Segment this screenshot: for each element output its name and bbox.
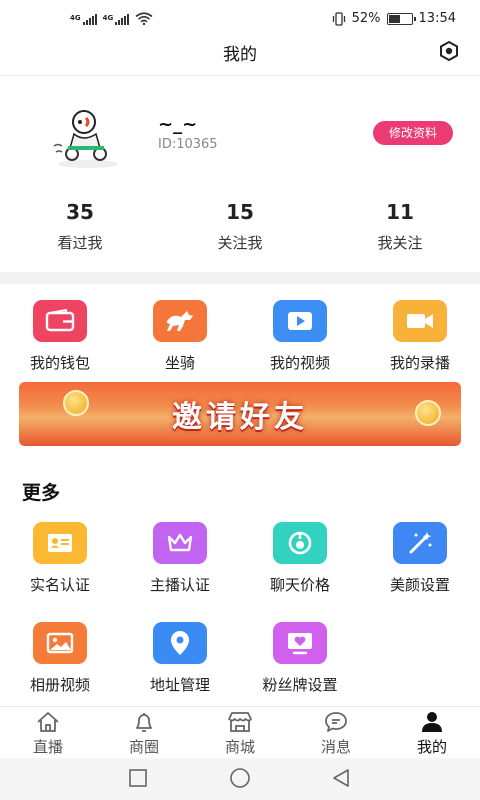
- album-video-item[interactable]: 相册视频: [0, 622, 120, 695]
- stat-value: 35: [66, 200, 94, 224]
- stat-label: 看过我: [57, 234, 103, 252]
- chat-price-icon: [273, 522, 327, 564]
- tab-mine[interactable]: 我的: [384, 711, 480, 757]
- anchor-auth-item[interactable]: 主播认证: [120, 522, 240, 595]
- user-icon: [422, 712, 442, 732]
- battery-percent: 52%: [351, 11, 381, 26]
- crown-icon: [153, 522, 207, 564]
- tab-live[interactable]: 直播: [0, 711, 96, 757]
- item-label: 我的录播: [389, 354, 450, 372]
- battery-icon: [386, 12, 416, 25]
- beauty-settings-item[interactable]: 美颜设置: [360, 522, 480, 595]
- tab-label: 我的: [416, 738, 447, 756]
- tab-messages[interactable]: 消息: [288, 711, 384, 757]
- fan-badge-icon: [273, 622, 327, 664]
- avatar[interactable]: [48, 108, 132, 170]
- home-icon: [37, 712, 59, 732]
- status-bar: 4G 4G 52% 13:54: [0, 0, 480, 38]
- wallet-item[interactable]: 我的钱包: [0, 300, 120, 373]
- vibrate-icon: [332, 11, 345, 26]
- back-button[interactable]: [331, 768, 351, 788]
- item-label: 主播认证: [149, 576, 210, 594]
- real-name-auth-item[interactable]: 实名认证: [0, 522, 120, 595]
- wallet-icon: [33, 300, 87, 342]
- location-pin-icon: [153, 622, 207, 664]
- stat-following[interactable]: 11 我关注: [345, 200, 455, 253]
- item-label: 相册视频: [29, 676, 90, 694]
- stat-label: 我关注: [377, 234, 423, 252]
- fan-badge-settings-item[interactable]: 粉丝牌设置: [240, 622, 360, 695]
- signal-icon-2: 4G: [103, 14, 130, 25]
- item-label: 粉丝牌设置: [262, 676, 338, 694]
- mount-item[interactable]: 坐骑: [120, 300, 240, 373]
- edit-profile-button[interactable]: 修改资料: [373, 121, 453, 145]
- tab-label: 直播: [32, 738, 63, 756]
- section-divider: [0, 272, 480, 284]
- address-management-item[interactable]: 地址管理: [120, 622, 240, 695]
- system-navigation-bar: [0, 758, 480, 800]
- signal-icon: 4G: [70, 14, 97, 25]
- stat-value: 11: [386, 200, 414, 224]
- message-icon: [325, 712, 347, 732]
- item-label: 聊天价格: [269, 576, 330, 594]
- store-icon: [228, 712, 252, 732]
- network-type: 4G: [70, 14, 81, 22]
- tab-label: 商城: [224, 738, 255, 756]
- tab-label: 消息: [320, 738, 351, 756]
- my-videos-item[interactable]: 我的视频: [240, 300, 360, 373]
- tab-label: 商圈: [128, 738, 159, 756]
- clock: 13:54: [418, 11, 456, 26]
- stat-followers[interactable]: 15 关注我: [185, 200, 295, 253]
- item-label: 美颜设置: [389, 576, 450, 594]
- item-label: 坐骑: [164, 354, 195, 372]
- horse-icon: [153, 300, 207, 342]
- recents-button[interactable]: [128, 768, 148, 788]
- video-play-icon: [273, 300, 327, 342]
- magic-wand-icon: [393, 522, 447, 564]
- camera-icon: [393, 300, 447, 342]
- page-title: 我的: [223, 45, 257, 65]
- tab-business[interactable]: 商圈: [96, 711, 192, 757]
- album-icon: [33, 622, 87, 664]
- user-id: ID:10365: [158, 137, 218, 152]
- page-header: 我的: [0, 38, 480, 76]
- stat-viewed-me[interactable]: 35 看过我: [25, 200, 135, 253]
- item-label: 我的钱包: [29, 354, 90, 372]
- home-button[interactable]: [229, 768, 251, 790]
- chat-price-item[interactable]: 聊天价格: [240, 522, 360, 595]
- nickname: ~_~: [158, 114, 198, 135]
- item-label: 地址管理: [149, 676, 210, 694]
- stat-value: 15: [226, 200, 254, 224]
- tab-store[interactable]: 商城: [192, 711, 288, 757]
- item-label: 我的视频: [269, 354, 330, 372]
- wifi-icon: [135, 12, 153, 25]
- banner-text: 邀请好友: [172, 400, 308, 435]
- invite-friends-banner[interactable]: 邀请好友: [19, 382, 461, 446]
- profile-section: ~_~ ID:10365 修改资料 35 看过我 15 关注我 11 我关注: [0, 76, 480, 270]
- more-section-title: 更多: [22, 482, 61, 504]
- id-card-icon: [33, 522, 87, 564]
- settings-icon[interactable]: [438, 40, 460, 62]
- stat-label: 关注我: [217, 234, 263, 252]
- bottom-tab-bar: 直播 商圈 商城 消息 我的: [0, 706, 480, 758]
- bell-icon: [136, 713, 152, 732]
- network-type-2: 4G: [102, 14, 114, 22]
- my-recordings-item[interactable]: 我的录播: [360, 300, 480, 373]
- stats-row: 35 看过我 15 关注我 11 我关注: [0, 200, 480, 260]
- item-label: 实名认证: [29, 576, 90, 594]
